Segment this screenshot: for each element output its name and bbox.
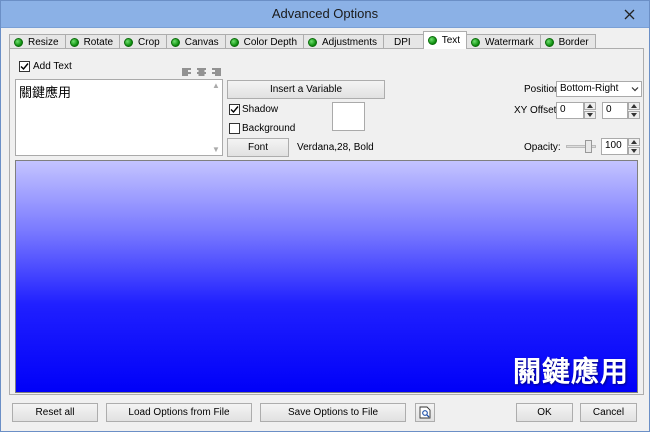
x-offset-value: 0 bbox=[560, 104, 566, 115]
chevron-down-icon bbox=[631, 87, 639, 92]
close-icon bbox=[624, 9, 634, 19]
background-checkbox[interactable] bbox=[229, 123, 240, 134]
tab-watermark[interactable]: Watermark bbox=[466, 34, 541, 49]
tab-label: Watermark bbox=[485, 36, 534, 48]
status-dot-icon bbox=[229, 37, 239, 47]
background-label: Background bbox=[242, 123, 296, 134]
x-offset-input[interactable]: 0 bbox=[556, 102, 596, 119]
stepper-up-icon[interactable] bbox=[628, 138, 640, 146]
opacity-input[interactable]: 100 bbox=[601, 138, 640, 155]
save-options-button[interactable]: Save Options to File bbox=[260, 403, 406, 422]
font-info: Verdana,28, Bold bbox=[297, 142, 374, 153]
text-scrollbar[interactable]: ▲ ▼ bbox=[210, 80, 222, 155]
checkmark-icon bbox=[20, 63, 29, 71]
magnifier-page-icon bbox=[419, 406, 431, 419]
stepper-down-icon[interactable] bbox=[628, 147, 640, 155]
load-options-button[interactable]: Load Options from File bbox=[106, 403, 252, 422]
shadow-color-swatch[interactable] bbox=[332, 102, 365, 131]
tab-label: Canvas bbox=[184, 36, 219, 48]
cancel-button[interactable]: Cancel bbox=[580, 403, 637, 422]
scroll-down-icon[interactable]: ▼ bbox=[212, 145, 220, 154]
align-center-icon[interactable] bbox=[197, 68, 206, 77]
opacity-label: Opacity: bbox=[524, 142, 561, 153]
tab-strip: Resize Rotate Crop Canvas Color Depth Ad… bbox=[9, 31, 596, 49]
reset-all-button[interactable]: Reset all bbox=[12, 403, 98, 422]
close-button[interactable] bbox=[617, 5, 641, 23]
text-options-panel: Add Text 關鍵應用 ▲ ▼ Insert a Variable Shad… bbox=[9, 48, 644, 395]
tab-label: Adjustments bbox=[322, 36, 378, 48]
tab-label: Rotate bbox=[83, 36, 114, 48]
stepper-down-icon[interactable] bbox=[584, 111, 596, 119]
status-dot-icon bbox=[124, 37, 134, 47]
y-offset-stepper[interactable] bbox=[628, 102, 640, 119]
add-text-label: Add Text bbox=[33, 61, 72, 72]
ok-button[interactable]: OK bbox=[516, 403, 573, 422]
text-input-area[interactable]: 關鍵應用 ▲ ▼ bbox=[15, 79, 223, 156]
opacity-value: 100 bbox=[605, 140, 622, 151]
status-dot-icon bbox=[170, 37, 180, 47]
title-bar[interactable]: Advanced Options bbox=[1, 1, 649, 28]
tab-label: Resize bbox=[28, 36, 59, 48]
status-dot-icon bbox=[308, 37, 317, 47]
status-dot-icon bbox=[544, 37, 554, 47]
tab-text[interactable]: Text bbox=[422, 31, 468, 49]
image-preview: 關鍵應用 bbox=[15, 160, 638, 393]
preview-overlay-text: 關鍵應用 bbox=[512, 355, 629, 388]
add-text-checkbox[interactable] bbox=[19, 61, 30, 72]
tab-label: Text bbox=[441, 35, 461, 46]
position-value: Bottom-Right bbox=[560, 83, 619, 94]
shadow-checkbox[interactable] bbox=[229, 104, 240, 115]
align-left-icon[interactable] bbox=[182, 68, 191, 77]
xy-offset-label: XY Offset bbox=[514, 105, 557, 116]
status-dot-icon bbox=[471, 37, 481, 47]
insert-variable-button[interactable]: Insert a Variable bbox=[227, 80, 385, 99]
tab-adjustments[interactable]: Adjustments bbox=[303, 34, 385, 49]
checkmark-icon bbox=[230, 106, 239, 114]
preview-file-button[interactable] bbox=[415, 403, 435, 422]
text-content[interactable]: 關鍵應用 bbox=[19, 82, 71, 101]
tab-label: Color Depth bbox=[243, 36, 297, 48]
opacity-slider-thumb[interactable] bbox=[585, 140, 592, 153]
tab-color-depth[interactable]: Color Depth bbox=[224, 34, 304, 49]
font-button[interactable]: Font bbox=[227, 138, 289, 157]
status-dot-icon bbox=[427, 36, 437, 45]
tab-resize[interactable]: Resize bbox=[9, 34, 66, 49]
shadow-label: Shadow bbox=[242, 104, 279, 115]
x-offset-stepper[interactable] bbox=[584, 102, 596, 119]
stepper-down-icon[interactable] bbox=[628, 111, 640, 119]
y-offset-input[interactable]: 0 bbox=[602, 102, 640, 119]
tab-label: DPI bbox=[394, 36, 411, 48]
align-right-icon[interactable] bbox=[212, 68, 221, 77]
opacity-stepper[interactable] bbox=[628, 138, 640, 155]
scroll-up-icon[interactable]: ▲ bbox=[212, 81, 220, 90]
tab-label: Crop bbox=[138, 36, 160, 48]
tab-border[interactable]: Border bbox=[539, 34, 596, 49]
y-offset-value: 0 bbox=[606, 104, 612, 115]
status-dot-icon bbox=[14, 37, 23, 47]
status-dot-icon bbox=[69, 37, 79, 47]
position-select[interactable]: Bottom-Right bbox=[556, 81, 642, 97]
tab-crop[interactable]: Crop bbox=[119, 34, 167, 49]
text-alignment-group bbox=[182, 68, 221, 77]
stepper-up-icon[interactable] bbox=[584, 102, 596, 110]
stepper-up-icon[interactable] bbox=[628, 102, 640, 110]
window-title: Advanced Options bbox=[271, 6, 379, 21]
tab-rotate[interactable]: Rotate bbox=[64, 34, 121, 49]
tab-canvas[interactable]: Canvas bbox=[165, 34, 226, 49]
advanced-options-window: Advanced Options Resize Rotate Crop Canv… bbox=[0, 0, 650, 432]
tab-dpi[interactable]: DPI bbox=[383, 34, 424, 49]
tab-label: Border bbox=[558, 36, 589, 48]
